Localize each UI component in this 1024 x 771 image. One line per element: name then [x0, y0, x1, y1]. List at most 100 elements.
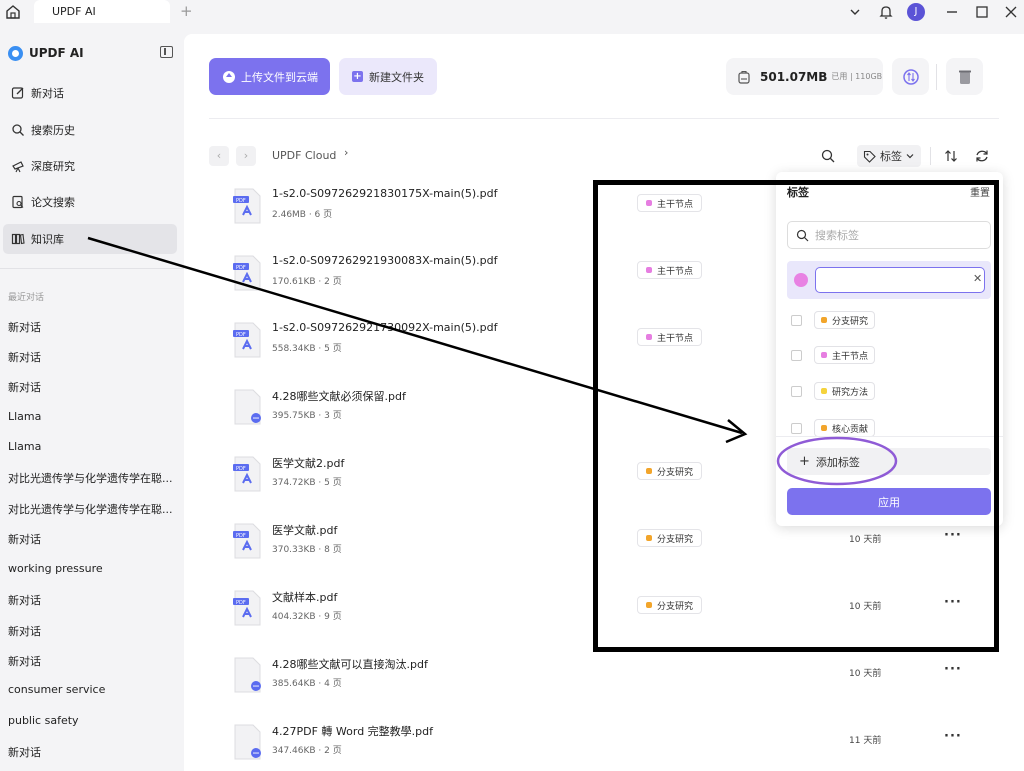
- sidebar-item-deep-research[interactable]: 深度研究: [3, 151, 177, 181]
- recent-chat-item[interactable]: 新对话: [8, 349, 176, 365]
- file-modified-time: 10 天前: [849, 669, 882, 679]
- tag-option-label: 核心贡献: [832, 424, 869, 435]
- tag-color-dot: [646, 334, 652, 340]
- file-meta: 395.75KB · 3 页: [272, 411, 342, 421]
- tag-chip: 分支研究: [814, 311, 876, 329]
- clear-input-icon[interactable]: ✕: [973, 272, 982, 285]
- sidebar-item-paper-search[interactable]: 论文搜索: [3, 187, 177, 217]
- file-row[interactable]: 4.27PDF 轉 Word 完整教學.pdf 347.46KB · 2 页 1…: [184, 718, 1024, 771]
- breadcrumb-chevron-icon: ›: [344, 146, 349, 159]
- tag-checkbox[interactable]: [791, 314, 802, 326]
- chevron-down-icon[interactable]: [846, 3, 864, 21]
- tag-checkbox[interactable]: [791, 422, 802, 434]
- new-folder-button[interactable]: + 新建文件夹: [339, 58, 437, 95]
- recent-chat-item[interactable]: 新对话: [8, 379, 176, 395]
- storage-usage[interactable]: 501.07MB 已用 | 110GB: [726, 58, 883, 95]
- file-tag[interactable]: 分支研究: [637, 529, 703, 547]
- library-icon: [11, 233, 25, 245]
- tag-color-picker[interactable]: [794, 273, 808, 287]
- refresh-icon[interactable]: [974, 148, 990, 164]
- forward-button[interactable]: ›: [236, 146, 256, 166]
- breadcrumb[interactable]: UPDF Cloud: [272, 149, 336, 162]
- sidebar-item-knowledge-base[interactable]: 知识库: [3, 224, 177, 254]
- file-row[interactable]: PDF 医学文献.pdf 370.33KB · 8 页 分支研究 10 天前 ·…: [184, 517, 1024, 584]
- home-icon[interactable]: [4, 3, 22, 21]
- sidebar-item-label: 深度研究: [31, 160, 75, 173]
- file-tag[interactable]: 主干节点: [637, 194, 703, 212]
- file-modified-time: 10 天前: [849, 535, 882, 545]
- tag-checkbox[interactable]: [791, 385, 802, 397]
- sidebar-item-new-chat[interactable]: 新对话: [3, 78, 177, 108]
- sort-icon[interactable]: [943, 148, 959, 164]
- more-options-icon[interactable]: ···: [944, 595, 962, 610]
- cloud-drive-icon: [738, 70, 750, 84]
- recent-chat-item[interactable]: working pressure: [8, 562, 176, 575]
- recent-chat-item[interactable]: 新对话: [8, 319, 176, 335]
- sidebar-item-search-history[interactable]: 搜索历史: [3, 115, 177, 145]
- tag-option[interactable]: 研究方法: [791, 382, 876, 400]
- file-row[interactable]: PDF 文献样本.pdf 404.32KB · 9 页 分支研究 10 天前 ·…: [184, 584, 1024, 651]
- tag-filter-button[interactable]: 标签: [857, 145, 921, 167]
- file-tag[interactable]: 主干节点: [637, 328, 703, 346]
- recent-chat-item[interactable]: 对比光遗传学与化学遗传学在聪...: [8, 501, 176, 517]
- new-tab-button[interactable]: +: [180, 2, 193, 20]
- search-icon: [12, 124, 24, 136]
- sidebar-item-label: 知识库: [31, 233, 64, 246]
- tab-updf-ai[interactable]: UPDF AI: [34, 0, 170, 23]
- file-name: 文献样本.pdf: [272, 591, 338, 604]
- tag-chip: 主干节点: [814, 346, 876, 364]
- search-icon[interactable]: [820, 148, 836, 164]
- back-button[interactable]: ‹: [209, 146, 229, 166]
- new-tag-name-input[interactable]: [815, 267, 985, 293]
- new-folder-label: 新建文件夹: [369, 70, 424, 84]
- sidebar-divider: [0, 268, 184, 269]
- bell-icon[interactable]: [877, 3, 895, 21]
- more-options-icon[interactable]: ···: [944, 729, 962, 744]
- more-options-icon[interactable]: ···: [944, 662, 962, 677]
- sync-button[interactable]: [892, 58, 929, 95]
- recent-chat-item[interactable]: 新对话: [8, 744, 176, 760]
- sidebar-item-label: 论文搜索: [31, 196, 75, 209]
- more-options-icon[interactable]: ···: [944, 528, 962, 543]
- maximize-icon[interactable]: [973, 3, 991, 21]
- file-tag[interactable]: 分支研究: [637, 462, 703, 480]
- recent-chat-item[interactable]: Llama: [8, 410, 176, 423]
- tag-chip: 研究方法: [814, 382, 876, 400]
- apply-button[interactable]: 应用: [787, 488, 991, 515]
- pdf-file-icon: PDF: [233, 188, 261, 224]
- recent-chat-item[interactable]: 对比光遗传学与化学遗传学在聪...: [8, 470, 176, 486]
- recent-chat-item[interactable]: public safety: [8, 714, 176, 727]
- add-tag-button[interactable]: + 添加标签: [787, 448, 991, 475]
- plus-icon: +: [799, 454, 810, 469]
- tag-option-label: 研究方法: [832, 387, 869, 398]
- avatar[interactable]: J: [907, 3, 925, 21]
- close-icon[interactable]: [1002, 3, 1020, 21]
- reset-button[interactable]: 重置: [970, 184, 990, 199]
- recent-chat-item[interactable]: consumer service: [8, 683, 176, 696]
- new-tag-row: ✕: [787, 261, 991, 299]
- recent-chat-item[interactable]: 新对话: [8, 531, 176, 547]
- tag-search-input[interactable]: 搜索标签: [787, 221, 991, 249]
- tag-checkbox[interactable]: [791, 349, 802, 361]
- file-tag-label: 分支研究: [657, 534, 694, 545]
- trash-button[interactable]: [946, 58, 983, 95]
- file-row[interactable]: 4.28哪些文献可以直接淘汰.pdf 385.64KB · 4 页 10 天前 …: [184, 651, 1024, 718]
- recent-chat-item[interactable]: 新对话: [8, 623, 176, 639]
- upload-to-cloud-button[interactable]: 上传文件到云端: [209, 58, 330, 95]
- recent-chat-item[interactable]: 新对话: [8, 592, 176, 608]
- file-tag[interactable]: 主干节点: [637, 261, 703, 279]
- tag-color-dot: [821, 352, 827, 358]
- tag-popup: 标签 重置 搜索标签 ✕ 分支研究 主干节点 研究方法 核心贡献 + 添加标签 …: [776, 172, 1003, 526]
- svg-text:PDF: PDF: [236, 533, 246, 539]
- tag-color-dot: [646, 468, 652, 474]
- tag-option[interactable]: 分支研究: [791, 311, 876, 329]
- recent-chat-item[interactable]: 新对话: [8, 653, 176, 669]
- collapse-sidebar-icon[interactable]: [160, 46, 173, 58]
- minimize-icon[interactable]: [943, 3, 961, 21]
- pdf-file-icon: PDF: [233, 523, 261, 559]
- pdf-file-icon: PDF: [233, 456, 261, 492]
- tag-option[interactable]: 核心贡献: [791, 419, 876, 436]
- tag-option[interactable]: 主干节点: [791, 346, 876, 364]
- recent-chat-item[interactable]: Llama: [8, 440, 176, 453]
- file-tag[interactable]: 分支研究: [637, 596, 703, 614]
